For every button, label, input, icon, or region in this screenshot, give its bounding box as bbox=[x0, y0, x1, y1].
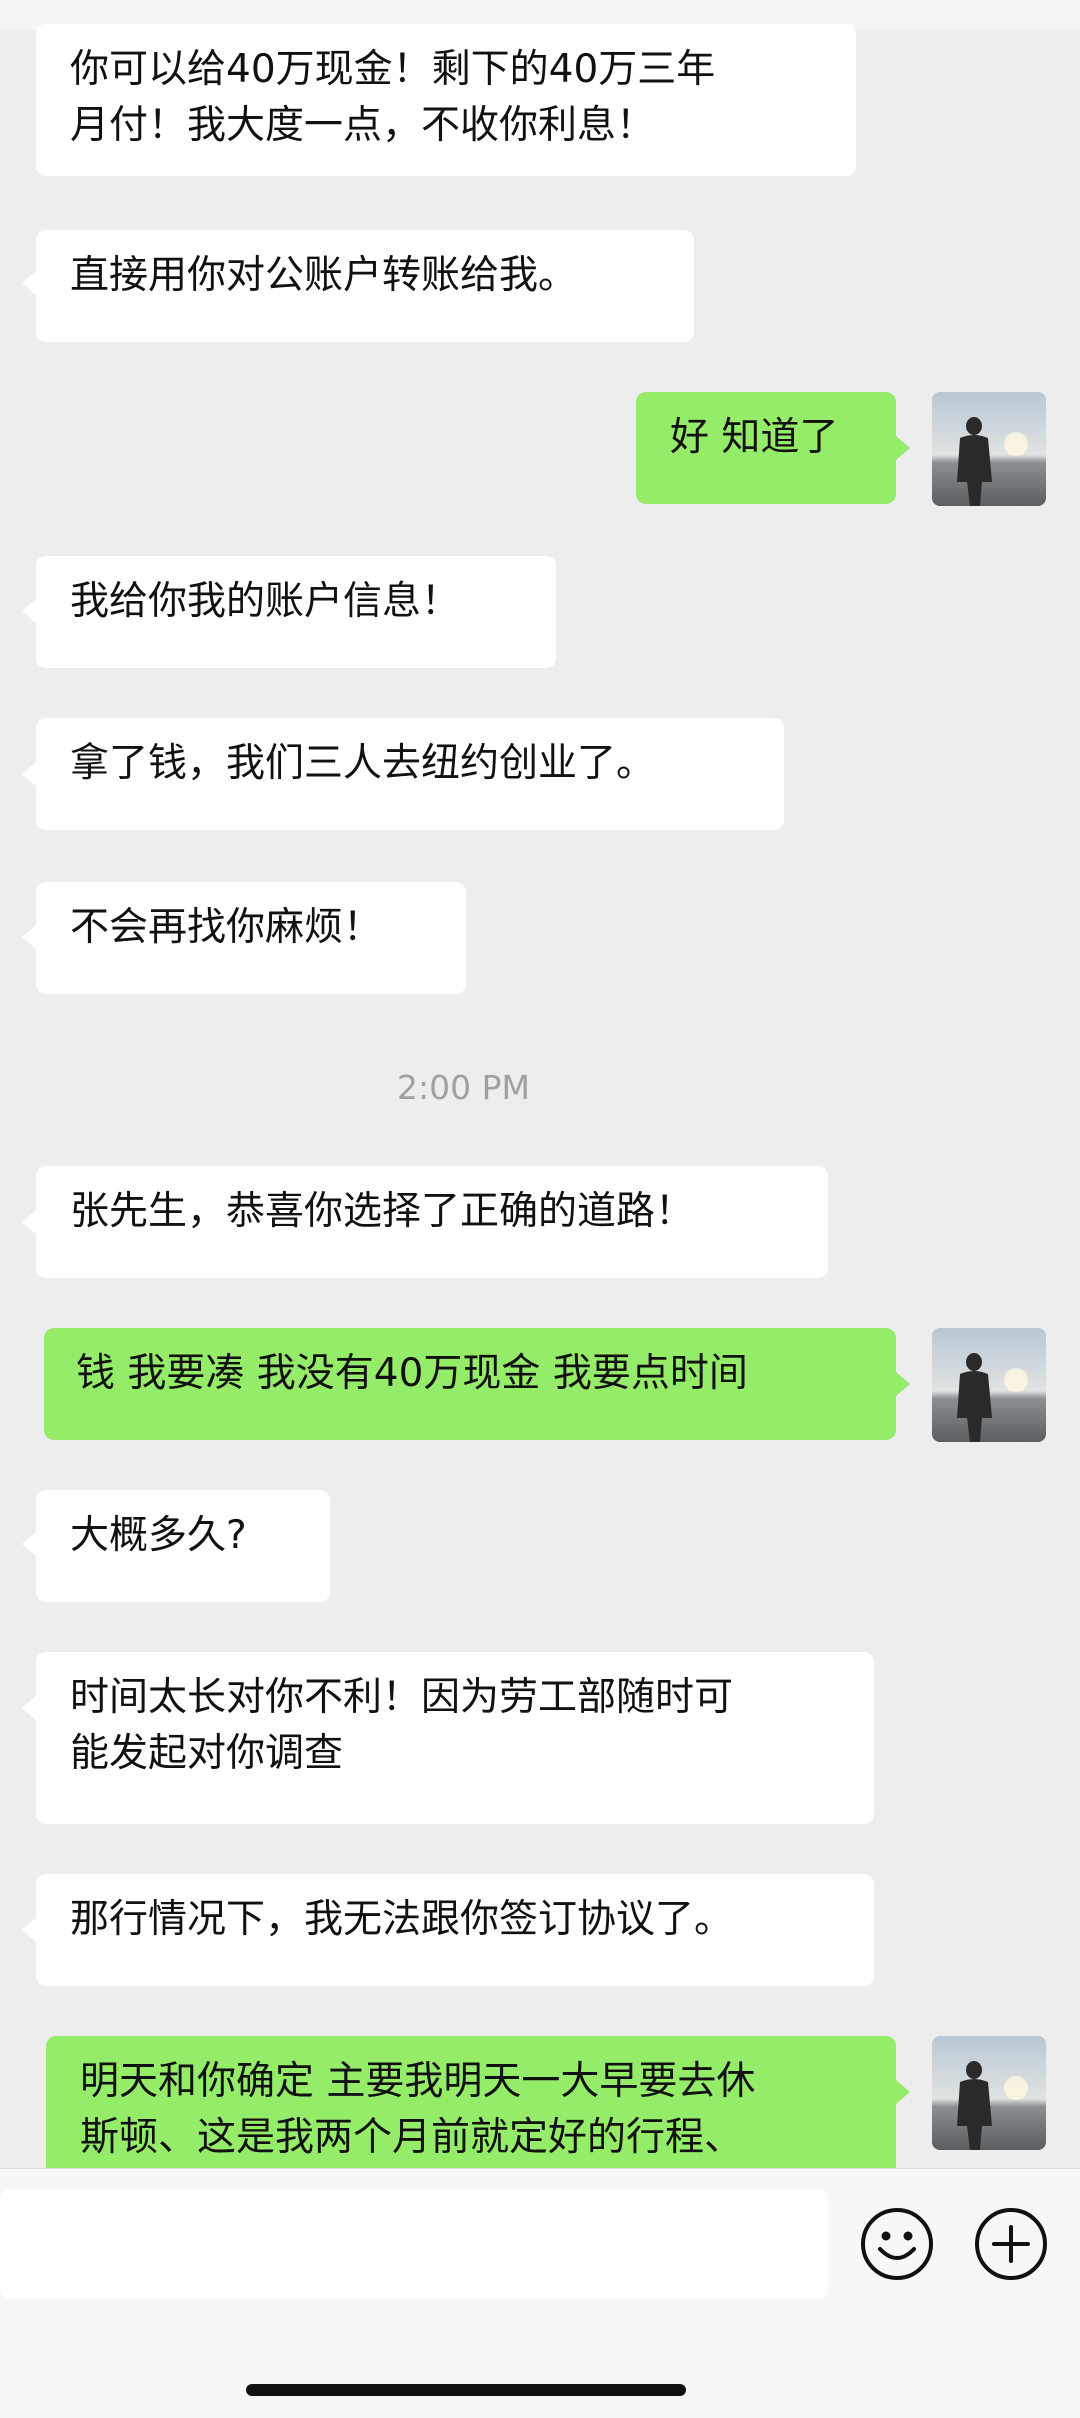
bubble-tail bbox=[22, 1918, 36, 1942]
chat-area[interactable]: 你可以给40万现金！剩下的40万三年 月付！我大度一点，不收你利息！ 直接用你对… bbox=[0, 0, 1080, 2168]
bubble-tail bbox=[22, 1210, 36, 1234]
message-bubble-incoming[interactable]: 那行情况下，我无法跟你签订协议了。 bbox=[36, 1874, 874, 1986]
message-bubble-incoming[interactable]: 不会再找你麻烦！ bbox=[36, 882, 466, 994]
user-avatar[interactable] bbox=[932, 1328, 1046, 1442]
user-avatar[interactable] bbox=[932, 392, 1046, 506]
message-bubble-outgoing[interactable]: 明天和你确定 主要我明天一大早要去休 斯顿、这是我两个月前就定好的行程、 bbox=[46, 2036, 896, 2168]
message-bubble-incoming[interactable]: 大概多久? bbox=[36, 1490, 330, 1602]
message-bubble-incoming[interactable]: 直接用你对公账户转账给我。 bbox=[36, 230, 694, 342]
bubble-tail bbox=[22, 271, 36, 295]
bubble-tail bbox=[22, 762, 36, 786]
home-indicator bbox=[246, 2384, 686, 2396]
user-avatar[interactable] bbox=[932, 2036, 1046, 2150]
message-bubble-outgoing[interactable]: 好 知道了 bbox=[636, 392, 896, 504]
message-bubble-outgoing[interactable]: 钱 我要凑 我没有40万现金 我要点时间 bbox=[44, 1328, 896, 1440]
message-bubble-incoming[interactable]: 我给你我的账户信息！ bbox=[36, 556, 556, 668]
message-bubble-incoming[interactable]: 时间太长对你不利！因为劳工部随时可 能发起对你调查 bbox=[36, 1652, 874, 1824]
bubble-tail bbox=[896, 2080, 910, 2104]
avatar-image bbox=[932, 1328, 1046, 1442]
bubble-tail bbox=[896, 436, 910, 460]
bubble-tail bbox=[896, 1372, 910, 1396]
message-bubble-incoming[interactable]: 你可以给40万现金！剩下的40万三年 月付！我大度一点，不收你利息！ bbox=[36, 24, 856, 176]
message-input[interactable] bbox=[0, 2189, 828, 2299]
bubble-tail bbox=[22, 925, 36, 949]
bubble-tail bbox=[22, 1696, 36, 1720]
message-bubble-incoming[interactable]: 张先生，恭喜你选择了正确的道路！ bbox=[36, 1166, 828, 1278]
input-bar bbox=[0, 2168, 1080, 2418]
avatar-image bbox=[932, 392, 1046, 506]
message-bubble-incoming[interactable]: 拿了钱，我们三人去纽约创业了。 bbox=[36, 718, 784, 830]
emoji-face-icon[interactable] bbox=[858, 2205, 936, 2283]
bubble-tail bbox=[22, 1532, 36, 1556]
bubble-tail bbox=[22, 599, 36, 623]
avatar-image bbox=[932, 2036, 1046, 2150]
plus-circle-icon[interactable] bbox=[972, 2205, 1050, 2283]
message-timestamp: 2:00 PM bbox=[397, 1068, 530, 1107]
